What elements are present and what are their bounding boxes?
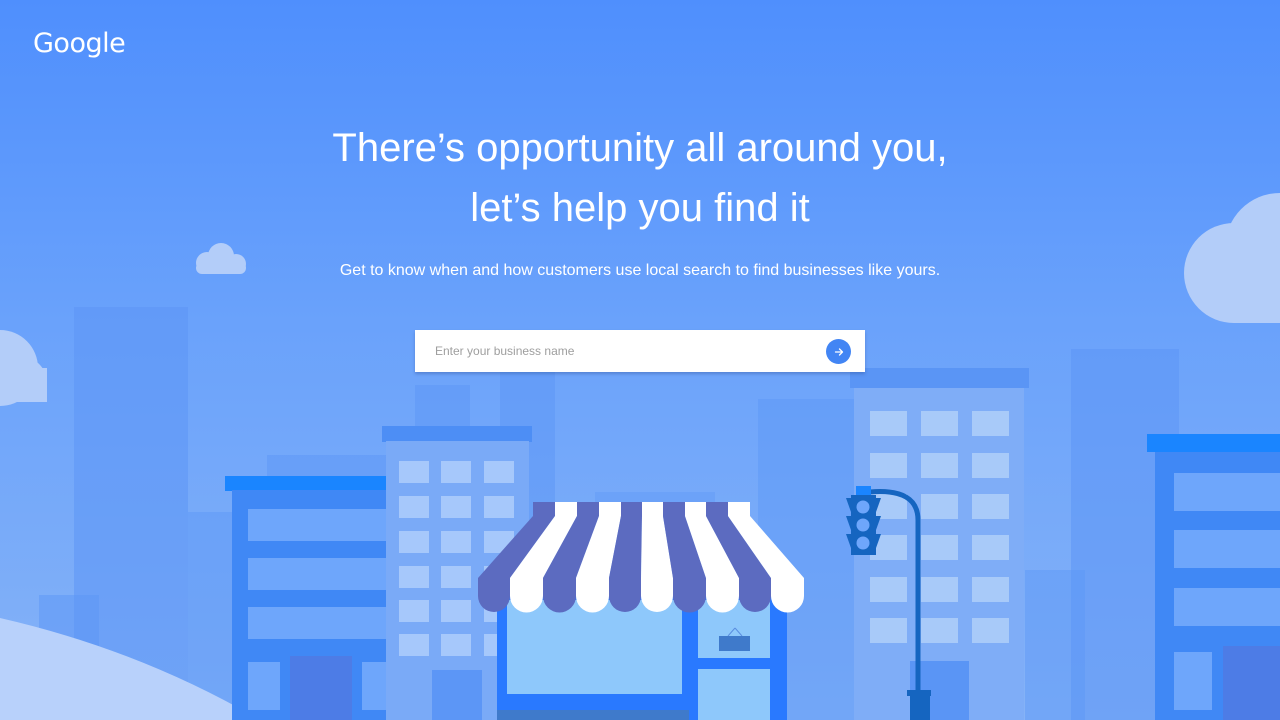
google-logo[interactable]: Google — [33, 28, 126, 59]
storefront — [478, 502, 804, 720]
arrow-right-icon — [834, 347, 843, 356]
cloud-left — [0, 330, 47, 406]
business-name-input[interactable] — [433, 341, 827, 361]
page-subtitle: Get to know when and how customers use l… — [339, 262, 941, 279]
page-title: There’s opportunity all around you, let’… — [0, 118, 1280, 238]
headline-line-2: let’s help you find it — [470, 186, 810, 230]
search-submit-button[interactable] — [826, 339, 851, 364]
business-search-box — [415, 330, 865, 372]
headline-line-1: There’s opportunity all around you, — [332, 126, 948, 170]
